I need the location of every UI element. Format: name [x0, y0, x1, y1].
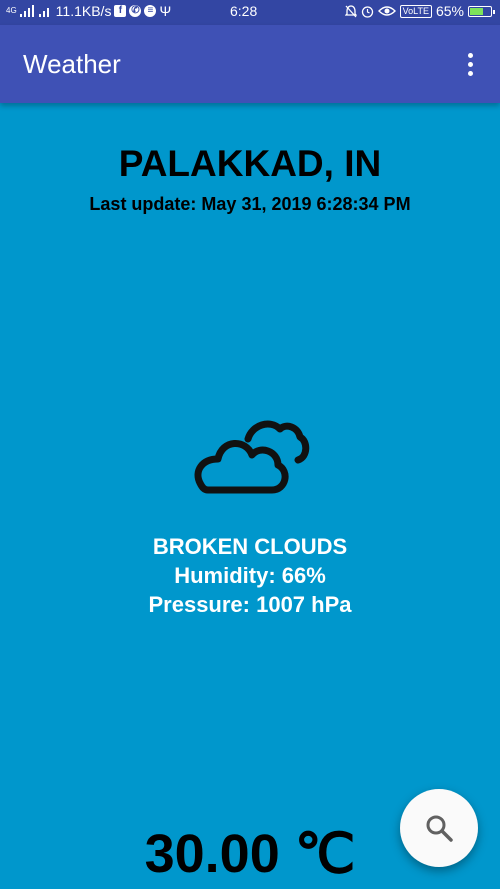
weather-description: BROKEN CLOUDS — [152, 534, 348, 559]
menu-dot — [467, 61, 473, 67]
menu-dot — [467, 52, 473, 58]
city-name: PALAKKAD, IN — [118, 143, 382, 184]
pressure-value: Pressure: 1007 hPa — [148, 592, 352, 617]
network-type: 4G — [6, 6, 17, 15]
status-right: VoLTE 65% — [344, 3, 495, 19]
menu-dot — [467, 70, 473, 76]
last-update: Last update: May 31, 2019 6:28:34 PM — [89, 194, 411, 214]
search-fab-button[interactable] — [400, 789, 478, 867]
eye-icon — [377, 6, 396, 16]
battery-icon — [468, 5, 495, 17]
app-bar: Weather — [0, 25, 500, 103]
signal-icon — [19, 5, 34, 17]
status-bar: 4G 11.1KB/s f ✆ ≡ Ψ 6:28 VoLTE 65% — [0, 0, 500, 25]
signal-2-icon — [38, 8, 49, 17]
battery-fill — [470, 7, 483, 15]
weather-details: BROKEN CLOUDS Humidity: 66% Pressure: 10… — [0, 532, 500, 619]
message-icon: ≡ — [144, 5, 157, 17]
usb-icon: Ψ — [159, 3, 172, 19]
alarm-icon — [361, 5, 373, 18]
notifications-off-icon — [344, 4, 357, 17]
broken-clouds-icon — [194, 420, 310, 494]
battery-percent: 65% — [435, 3, 464, 19]
network-speed: 11.1KB/s — [55, 3, 112, 19]
more-vert-icon[interactable] — [458, 49, 482, 79]
volte-badge: VoLTE — [399, 4, 432, 18]
facebook-icon: f — [114, 5, 127, 17]
humidity-value: Humidity: 66% — [174, 563, 326, 588]
status-time: 6:28 — [230, 3, 258, 19]
status-left: 4G 11.1KB/s f ✆ ≡ Ψ — [6, 3, 171, 19]
whatsapp-icon: ✆ — [129, 5, 142, 17]
app-title: Weather — [23, 49, 121, 79]
search-icon — [426, 815, 453, 842]
